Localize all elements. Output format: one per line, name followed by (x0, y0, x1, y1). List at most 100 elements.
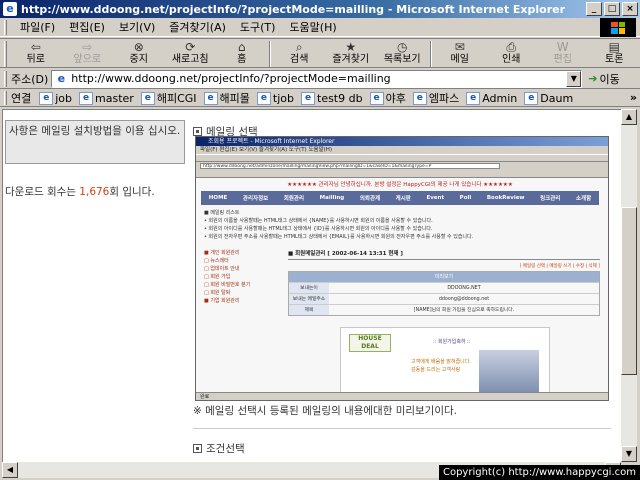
shot-nav-item: 회원관리 (283, 196, 305, 202)
vertical-scrollbar[interactable]: ▲ ▼ (621, 109, 637, 462)
window-controls: _ □ × (586, 2, 638, 16)
shot-address-bar: http://www.ddoong.net/adminzone/mailling… (196, 162, 608, 170)
shot-preview-slogan: 고객에게 배움을 밝혀줍니다. 감동을 드리는 고객사랑 (411, 359, 471, 373)
discuss-icon: ▤ (608, 40, 620, 54)
print-icon: ⎙ (506, 40, 517, 54)
link-item[interactable]: e 야후 (369, 90, 406, 106)
link-item[interactable]: e 해피CGI (140, 90, 197, 106)
link-item[interactable]: e tjob (256, 91, 294, 105)
address-grip[interactable] (4, 70, 7, 87)
mail-button[interactable]: ✉ 메일 (434, 39, 486, 67)
scroll-left-button[interactable]: ◀ (2, 462, 18, 478)
download-count-text: 다운로드 회수는 1,676회 입니다. (5, 186, 155, 198)
shot-nav-item: 관리자정보 (242, 196, 269, 202)
shot-nav-item: BookReview (486, 195, 525, 201)
favorites-icon: ★ (345, 40, 357, 54)
links-bar: 연결 e job e master e 해피CGI e 해피몰 e tjob e test9… (0, 90, 640, 107)
shot-url: http://www.ddoong.net/adminzone/mailling… (200, 163, 500, 169)
back-button[interactable]: ⇦ 뒤로 (10, 39, 62, 67)
address-input[interactable]: e http://www.ddoong.net/projectInfo/?pro… (51, 69, 583, 88)
refresh-button[interactable]: ⟳ 새로고침 (164, 39, 216, 67)
menu-tools[interactable]: 도구(T) (233, 19, 283, 36)
ie-logo-icon: e (3, 2, 17, 16)
favorites-button[interactable]: ★ 즐겨찾기 (325, 39, 377, 67)
go-button[interactable]: ➔ 이동 (588, 71, 619, 87)
history-button[interactable]: ◷ 목록보기 (376, 39, 428, 67)
link-item[interactable]: e 엠파스 (412, 90, 459, 106)
shot-nav-item: Event (426, 195, 445, 201)
shot-banner: ★★★★★★ 관리자님 안녕하십니까. 본방 설정은 HappyCGI의 제공 … (287, 182, 513, 188)
shot-nav-item: 게시판 (395, 196, 411, 202)
shot-nav-item: Poll (459, 195, 472, 201)
shot-nav-item: 링크관리 (540, 196, 561, 202)
shot-links-bar (196, 170, 608, 178)
link-item[interactable]: e test9 db (301, 91, 363, 105)
preview-caption: ※ 메일링 선택시 등록된 메일링의 내용에대한 미리보기이다. (193, 405, 458, 417)
page-icon: e (369, 91, 384, 105)
link-item[interactable]: e master (79, 91, 134, 105)
table-row: 보내는 메일주소 ddoong@ddoong.net (289, 293, 599, 304)
links-grip[interactable] (4, 91, 7, 105)
page-icon: e (54, 71, 69, 86)
shot-toolbar (196, 154, 608, 162)
address-url[interactable]: http://www.ddoong.net/projectInfo/?proje… (71, 72, 566, 85)
print-button[interactable]: ⎙ 인쇄 (485, 39, 537, 67)
home-button[interactable]: ⌂ 홈 (216, 39, 268, 67)
shot-nav-bar: HOME 관리자정보 회원관리 Mailling 의뢰관계 게시판 Event … (201, 191, 599, 205)
page-viewport: 사항은 메일링 설치방법을 이용 십시오. 다운로드 회수는 1,676회 입니… (2, 109, 621, 462)
vertical-scroll-thumb[interactable] (621, 207, 637, 375)
table-row: 제목 [NAME]님의 회원 가입을 진심으로 축하드립니다. (289, 304, 599, 315)
forward-button[interactable]: ⇨ 앞으로 (61, 39, 113, 67)
link-item[interactable]: e job (39, 91, 72, 105)
toolbar-separator (269, 41, 272, 67)
minimize-button[interactable]: _ (586, 2, 602, 16)
shot-notes: ■ 메일링 리스트 • 회원의 이름을 사용할때는 HTML태그 상태에서 {N… (204, 210, 474, 240)
page-icon: e (79, 91, 94, 105)
shot-preview-title: :: 회원가입축하 :: (433, 339, 471, 345)
link-item[interactable]: e Daum (524, 91, 573, 105)
shot-sidebar: ■ 개인 회원관리 □ 뉴스레터 □ 업데이트 안내 □ 회원 가입 □ 회원 … (204, 250, 251, 304)
copyright-watermark: Copyright(c) http://www.happycgi.com (438, 465, 640, 480)
link-item[interactable]: e 해피몰 (203, 90, 250, 106)
menu-bar: 파일(F) 편집(E) 보기(V) 즐겨찾기(A) 도구(T) 도움말(H) (0, 18, 640, 37)
shot-status-bar: 완료 (196, 392, 608, 400)
go-arrow-icon: ➔ (588, 72, 598, 85)
menu-help[interactable]: 도움말(H) (282, 19, 343, 36)
install-note-box: 사항은 메일링 설치방법을 이용 십시오. (5, 120, 185, 164)
discuss-button[interactable]: ▤ 토론 (588, 39, 640, 67)
shot-preview-table: 미리보기 보내는이 DDOONG.NET 보내는 메일주소 ddoong@ddoon… (288, 271, 600, 316)
shot-table-header: 미리보기 (289, 272, 599, 282)
home-icon: ⌂ (237, 40, 246, 54)
toolbar-grip[interactable] (4, 41, 7, 67)
scroll-down-button[interactable]: ▼ (621, 446, 637, 462)
shot-menu-bar: 파일(F) 편집(E) 보기(V) 즐겨찾기(A) 도구(T) 도움말(H) (196, 146, 608, 154)
search-button[interactable]: ⌕ 검색 (273, 39, 325, 67)
standard-toolbar: ⇦ 뒤로 ⇨ 앞으로 ⊗ 중지 ⟳ 새로고침 ⌂ 홈 ⌕ 검색 ★ 즐겨찾기 ◷… (0, 38, 640, 68)
section-bullet-icon (193, 444, 202, 453)
maximize-button[interactable]: □ (604, 2, 620, 16)
page-icon: e (524, 91, 539, 105)
menu-favorites[interactable]: 즐겨찾기(A) (162, 19, 233, 36)
windows-logo-icon (600, 18, 636, 37)
close-button[interactable]: × (622, 2, 638, 16)
toolbar-separator (429, 41, 432, 67)
window-title: http://www.ddoong.net/projectInfo/?proje… (21, 2, 566, 16)
menu-file[interactable]: 파일(F) (13, 19, 62, 36)
edit-button[interactable]: W 편집 (537, 39, 589, 67)
links-label: 연결 (11, 92, 32, 105)
menu-grip[interactable] (4, 19, 7, 35)
menu-view[interactable]: 보기(V) (112, 19, 162, 36)
shot-nav-item: 의뢰관계 (359, 196, 381, 202)
scroll-up-button[interactable]: ▲ (621, 109, 637, 125)
history-icon: ◷ (396, 40, 408, 54)
links-overflow-chevron-icon[interactable]: » (630, 91, 637, 104)
word-edit-icon: W (556, 40, 569, 54)
search-icon: ⌕ (295, 40, 303, 54)
page-icon: e (140, 91, 155, 105)
title-bar: e http://www.ddoong.net/projectInfo/?pro… (0, 0, 640, 18)
menu-edit[interactable]: 편집(E) (62, 19, 112, 36)
stop-button[interactable]: ⊗ 중지 (113, 39, 165, 67)
address-dropdown-button[interactable]: ▼ (566, 70, 582, 87)
link-item[interactable]: e Admin (466, 91, 517, 105)
page-icon: e (39, 91, 54, 105)
